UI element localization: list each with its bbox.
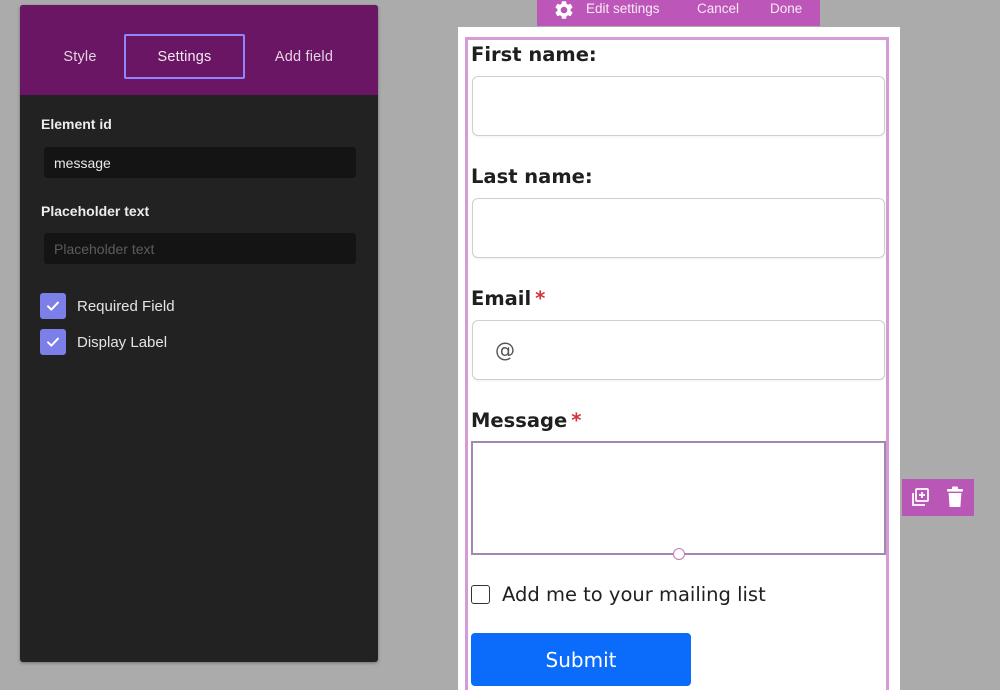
cancel-button[interactable]: Cancel (697, 0, 739, 20)
email-label-text: Email (471, 287, 532, 310)
mailing-list-checkbox-box (471, 584, 490, 604)
required-field-label: Required Field (77, 297, 175, 315)
placeholder-text-label: Placeholder text (41, 203, 150, 219)
element-id-label: Element id (41, 116, 112, 132)
gear-icon[interactable] (553, 0, 575, 26)
settings-panel: Style Settings Add field Element id Plac… (20, 5, 378, 662)
last-name-input[interactable] (472, 198, 885, 258)
placeholder-text-input[interactable] (44, 233, 356, 264)
checkmark-icon (40, 293, 66, 319)
required-marker: * (535, 287, 546, 310)
message-textarea[interactable] (471, 441, 886, 555)
at-sign-icon: @ (495, 338, 515, 362)
message-label-text: Message (471, 409, 568, 432)
display-label-checkbox[interactable]: Display Label (40, 329, 167, 355)
required-field-checkbox[interactable]: Required Field (40, 293, 175, 319)
edit-settings-button[interactable]: Edit settings (586, 0, 660, 20)
last-name-label: Last name: (471, 165, 593, 188)
first-name-input[interactable] (472, 76, 885, 136)
duplicate-icon[interactable] (910, 487, 930, 513)
tab-add-field[interactable]: Add field (256, 34, 352, 79)
done-button[interactable]: Done (770, 0, 802, 20)
edit-toolbar: Edit settings Cancel Done (537, 0, 820, 26)
tab-settings[interactable]: Settings (124, 34, 245, 79)
panel-tab-bar: Style Settings Add field (20, 5, 378, 95)
tab-style[interactable]: Style (35, 34, 125, 79)
element-id-input[interactable] (44, 147, 356, 178)
checkmark-icon (40, 329, 66, 355)
first-name-label: First name: (471, 43, 597, 66)
submit-button[interactable]: Submit (471, 633, 691, 686)
email-label: Email * (471, 287, 545, 310)
element-actions (902, 479, 974, 516)
mailing-list-checkbox[interactable]: Add me to your mailing list (471, 581, 766, 607)
resize-handle[interactable] (673, 548, 685, 560)
required-marker: * (571, 409, 582, 432)
trash-icon[interactable] (946, 486, 964, 513)
display-label-label: Display Label (77, 333, 168, 351)
message-label: Message * (471, 409, 581, 432)
email-input[interactable]: @ (472, 320, 885, 380)
mailing-list-label: Add me to your mailing list (502, 582, 766, 606)
